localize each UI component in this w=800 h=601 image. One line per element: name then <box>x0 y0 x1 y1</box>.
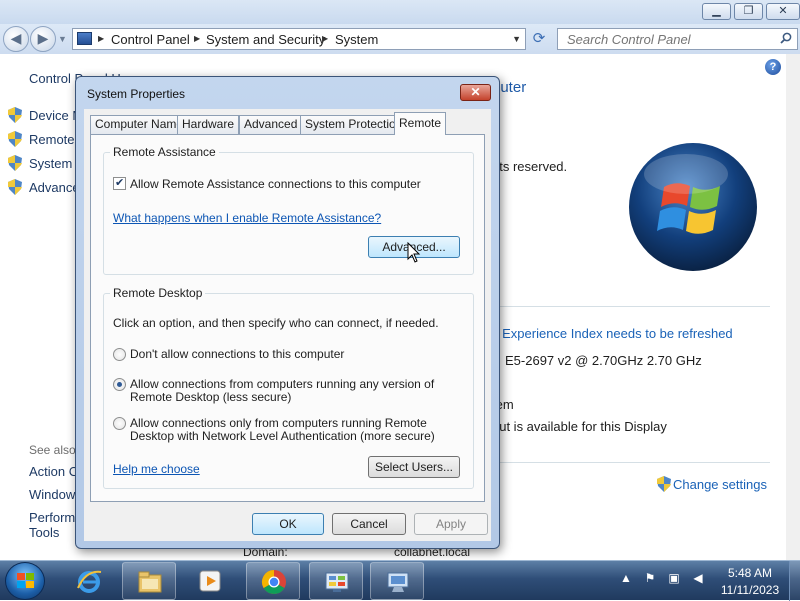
taskbar-chrome[interactable] <box>246 562 300 600</box>
address-bar[interactable]: ▶ Control Panel ▶ System and Security ▶ … <box>72 28 526 50</box>
help-me-choose-link[interactable]: Help me choose <box>113 462 200 476</box>
search-input[interactable] <box>565 31 770 47</box>
allow-nla-only-label-line2[interactable]: Desktop with Network Level Authenticatio… <box>130 430 435 443</box>
remote-assistance-title: Remote Assistance <box>110 145 219 159</box>
show-hidden-icons-chevron-icon[interactable]: ▲ <box>618 571 634 589</box>
copyright-text: nts reserved. <box>492 159 568 174</box>
window-title-bar: ▁ ❐ ✕ <box>0 0 800 24</box>
ok-button[interactable]: OK <box>252 513 324 535</box>
taskbar: ▲ ⚑ ▣ ◀ 5:48 AM 11/11/2023 <box>0 560 800 601</box>
dialog-title: System Properties <box>87 87 186 101</box>
taskbar-internet-explorer[interactable] <box>62 562 116 600</box>
breadcrumb-system-and-security[interactable]: System and Security <box>206 32 325 47</box>
minimize-button[interactable]: ▁ <box>702 3 731 20</box>
control-panel-icon <box>77 32 92 45</box>
remote-desktop-group: Remote Desktop Click an option, and then… <box>103 286 474 489</box>
dont-allow-connections-radio[interactable] <box>113 348 126 361</box>
chrome-icon <box>261 570 286 595</box>
mouse-pointer-icon <box>407 242 421 263</box>
wei-refresh-link[interactable]: s Experience Index needs to be refreshed <box>492 326 733 341</box>
taskbar-windows-explorer[interactable] <box>122 562 176 600</box>
clock-date[interactable]: 11/11/2023 <box>717 583 783 597</box>
remote-tab-page: Remote Assistance ✔ Allow Remote Assista… <box>90 134 485 502</box>
action-center-flag-icon[interactable]: ⚑ <box>642 571 658 589</box>
section-divider <box>490 462 770 463</box>
search-box[interactable] <box>557 28 798 50</box>
tab-remote[interactable]: Remote <box>394 112 446 135</box>
section-divider <box>490 306 770 307</box>
tab-system-protection[interactable]: System Protection <box>300 115 408 134</box>
performance-info-link-line2[interactable]: Tools <box>29 525 59 540</box>
allow-remote-assistance-label[interactable]: Allow Remote Assistance connections to t… <box>130 178 421 191</box>
checkmark-icon: ✔ <box>115 177 125 189</box>
radio-selected-dot <box>117 382 122 387</box>
refresh-icon[interactable]: ⟳ <box>528 29 550 49</box>
control-panel-icon <box>325 572 349 592</box>
taskbar-media-player[interactable] <box>183 562 237 600</box>
allow-any-version-label-line2[interactable]: Remote Desktop (less secure) <box>130 391 291 404</box>
processor-value: E5-2697 v2 @ 2.70GHz 2.70 GHz <box>505 353 702 368</box>
back-button[interactable]: ◀ <box>3 26 29 52</box>
allow-remote-assistance-checkbox[interactable]: ✔ <box>113 177 126 190</box>
start-button[interactable] <box>5 562 45 600</box>
breadcrumb-separator-icon[interactable]: ▶ <box>322 34 328 43</box>
remote-desktop-title: Remote Desktop <box>110 286 206 300</box>
file-explorer-icon <box>138 571 162 593</box>
content-scrollbar[interactable] <box>786 54 800 560</box>
volume-muted-icon[interactable]: ◀ <box>690 571 706 589</box>
taskbar-system-properties[interactable] <box>370 562 424 600</box>
forward-button[interactable]: ▶ <box>30 26 56 52</box>
see-also-heading: See also <box>29 443 76 457</box>
tab-advanced[interactable]: Advanced <box>239 115 303 134</box>
dont-allow-connections-label[interactable]: Don't allow connections to this computer <box>130 348 344 361</box>
dialog-close-button[interactable]: ✕ <box>460 84 491 101</box>
internet-explorer-icon <box>77 570 102 593</box>
system-properties-dialog: System Properties ✕ Computer Name Hardwa… <box>75 76 500 549</box>
clock-time[interactable]: 5:48 AM <box>726 566 774 580</box>
allow-any-version-radio[interactable] <box>113 378 126 391</box>
windows-logo <box>629 143 757 271</box>
change-settings-label: Change settings <box>673 477 767 492</box>
remote-assistance-help-link[interactable]: What happens when I enable Remote Assist… <box>113 211 381 225</box>
search-icon[interactable] <box>780 32 792 44</box>
address-dropdown-icon[interactable]: ▼ <box>512 34 521 44</box>
maximize-button[interactable]: ❐ <box>734 3 763 20</box>
system-properties-icon <box>387 572 409 592</box>
windows-flag-icon <box>17 573 34 588</box>
dialog-body: Computer Name Hardware Advanced System P… <box>84 109 491 541</box>
uac-shield-icon <box>8 107 22 123</box>
close-window-button[interactable]: ✕ <box>766 3 800 20</box>
media-player-icon <box>199 570 221 592</box>
recent-pages-chevron-icon[interactable]: ▼ <box>58 34 67 44</box>
breadcrumb-control-panel[interactable]: Control Panel <box>111 32 190 47</box>
allow-nla-only-radio[interactable] <box>113 417 126 430</box>
taskbar-control-panel[interactable] <box>309 562 363 600</box>
remote-desktop-instruction: Click an option, and then specify who ca… <box>113 316 439 330</box>
pen-touch-value: but is available for this Display <box>492 419 667 434</box>
cancel-button[interactable]: Cancel <box>332 513 406 535</box>
help-icon[interactable]: ? <box>765 59 781 75</box>
breadcrumb-separator-icon[interactable]: ▶ <box>194 34 200 43</box>
uac-shield-icon <box>8 131 22 147</box>
uac-shield-icon <box>8 179 22 195</box>
breadcrumb-separator-icon[interactable]: ▶ <box>98 34 104 43</box>
network-icon[interactable]: ▣ <box>666 571 682 589</box>
uac-shield-icon <box>657 476 671 492</box>
tab-computer-name[interactable]: Computer Name <box>90 115 189 134</box>
uac-shield-icon <box>8 155 22 171</box>
navigation-bar: ◀ ▶ ▼ ▶ Control Panel ▶ System and Secur… <box>0 24 800 54</box>
select-users-button[interactable]: Select Users... <box>368 456 460 478</box>
close-icon: ✕ <box>470 85 481 99</box>
show-desktop-button[interactable] <box>789 561 800 601</box>
tab-hardware[interactable]: Hardware <box>177 115 240 134</box>
apply-button[interactable]: Apply <box>414 513 488 535</box>
breadcrumb-system[interactable]: System <box>335 32 378 47</box>
